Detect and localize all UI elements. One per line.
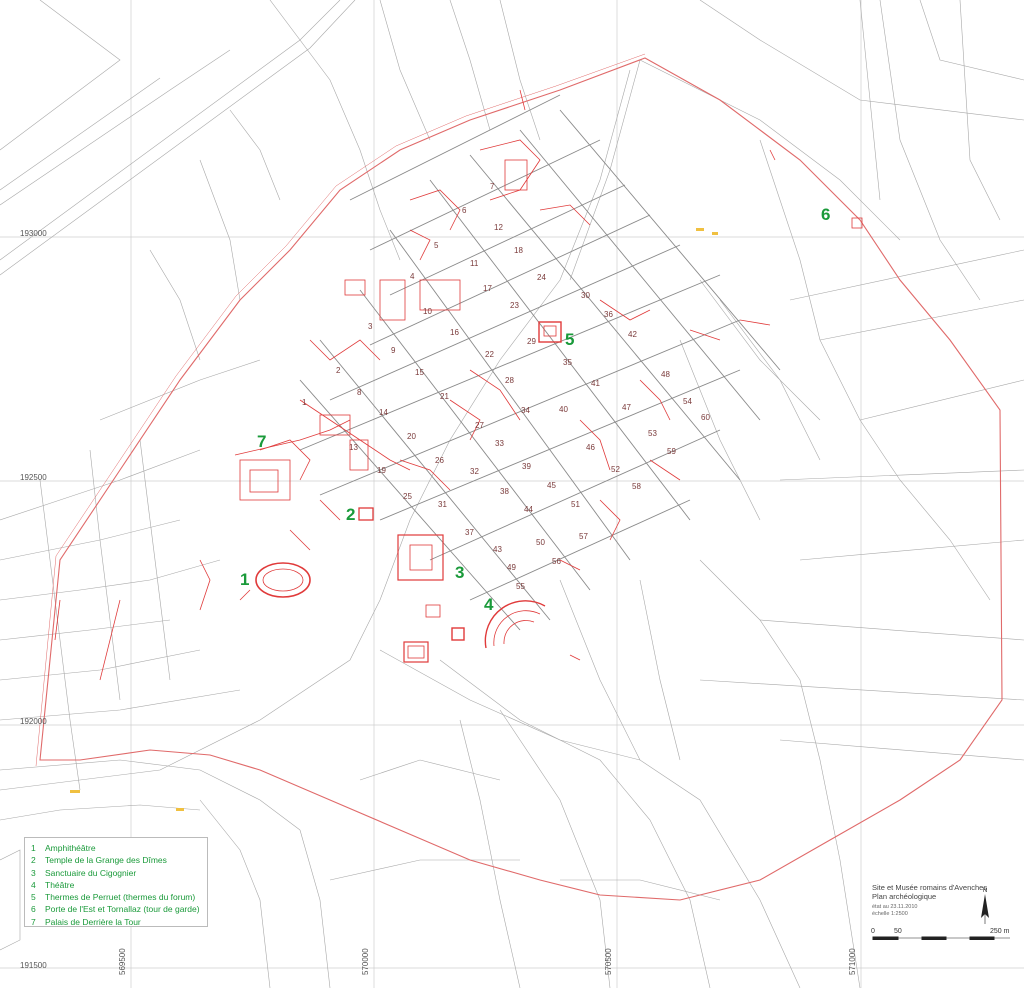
insula-label: 29	[527, 337, 536, 346]
map-subtitle: Plan archéologique	[872, 891, 937, 901]
insula-label: 46	[586, 443, 595, 452]
insula-label: 34	[521, 406, 530, 415]
map-legend: 1 Amphithéâtre 2 Temple de la Grange des D…	[24, 837, 208, 927]
insula-label: 18	[514, 246, 523, 255]
legend-item: 3 Sanctuaire du Cigognier	[31, 867, 137, 878]
monument-marker: 2	[346, 505, 356, 524]
grid-label-y: 193000	[20, 229, 47, 238]
insula-label: 10	[423, 307, 432, 316]
insula-label: 3	[368, 322, 373, 331]
grid-label-x: 570500	[604, 948, 613, 975]
insula-label: 9	[391, 346, 396, 355]
insula-label: 4	[410, 272, 415, 281]
insula-label: 57	[579, 532, 588, 541]
monument-marker: 3	[455, 563, 465, 582]
archaeological-map: 193000 192500 192000 191500 569500 57000…	[0, 0, 1024, 988]
legend-item: 5 Thermes de Perruet (thermes du forum)	[31, 892, 196, 903]
insula-label: 8	[357, 388, 362, 397]
insula-label: 5	[434, 241, 439, 250]
yellow-finds	[70, 228, 718, 811]
monument-marker: 7	[257, 432, 267, 451]
insula-label: 51	[571, 500, 580, 509]
scale-label-end: 250 m	[990, 928, 1010, 935]
insula-label: 36	[604, 310, 613, 319]
scale-label-start: 0	[871, 928, 875, 935]
insula-label: 31	[438, 500, 447, 509]
insula-label: 7	[490, 182, 495, 191]
insula-label: 21	[440, 392, 449, 401]
insula-label: 28	[505, 376, 514, 385]
insula-label: 27	[475, 421, 484, 430]
insula-label: 50	[536, 538, 545, 547]
grid-label-y: 192000	[20, 717, 47, 726]
insula-label: 14	[379, 408, 388, 417]
legend-item: 6 Porte de l'Est et Tornallaz (tour de ga…	[31, 904, 200, 915]
insula-label: 38	[500, 487, 509, 496]
monument-marker: 5	[565, 330, 575, 349]
insula-label: 2	[336, 366, 341, 375]
insula-label: 30	[581, 291, 590, 300]
insula-label: 15	[415, 368, 424, 377]
scale-label-mid: 50	[894, 928, 902, 935]
legend-item: 2 Temple de la Grange des Dîmes	[31, 855, 167, 866]
insula-label: 24	[537, 273, 546, 282]
insula-label: 52	[611, 465, 620, 474]
title-block: Site et Musée romains d'Avenches Plan ar…	[872, 883, 992, 918]
insula-label: 44	[524, 505, 533, 514]
scale-bar	[872, 936, 1010, 940]
insula-label: 58	[632, 482, 641, 491]
monument-marker: 4	[484, 595, 494, 614]
insula-label: 41	[591, 379, 600, 388]
insula-label: 56	[552, 557, 561, 566]
insula-label: 47	[622, 403, 631, 412]
insula-label: 32	[470, 467, 479, 476]
insula-label: 19	[377, 466, 386, 475]
insula-label: 25	[403, 492, 412, 501]
insula-label: 42	[628, 330, 637, 339]
legend-item: 7 Palais de Derrière la Tour	[31, 916, 141, 927]
insula-label: 20	[407, 432, 416, 441]
insula-label: 6	[462, 206, 467, 215]
insula-label: 54	[683, 397, 692, 406]
legend-item: 1 Amphithéâtre	[31, 843, 96, 853]
insula-label: 48	[661, 370, 670, 379]
insula-label: 33	[495, 439, 504, 448]
insula-label: 60	[701, 413, 710, 422]
monument-marker: 6	[821, 205, 831, 224]
monument-marker: 1	[240, 570, 250, 589]
insula-label: 12	[494, 223, 503, 232]
insula-label: 13	[349, 443, 358, 452]
grid-label-x: 569500	[118, 948, 127, 975]
map-state-date: état au 23.11.2010	[872, 904, 918, 910]
insula-label: 1	[302, 398, 307, 407]
insula-label: 37	[465, 528, 474, 537]
insula-label: 55	[516, 582, 525, 591]
insula-label: 22	[485, 350, 494, 359]
north-arrow-icon	[981, 894, 989, 924]
north-arrow: N	[980, 888, 990, 929]
insula-label: 16	[450, 328, 459, 337]
grid-label-y: 192500	[20, 473, 47, 482]
insula-label: 45	[547, 481, 556, 490]
insula-label: 40	[559, 405, 568, 414]
legend-item: 4 Théâtre	[31, 879, 75, 890]
grid-label-y: 191500	[20, 961, 47, 970]
insula-label: 26	[435, 456, 444, 465]
insula-label: 39	[522, 462, 531, 471]
insula-label: 43	[493, 545, 502, 554]
roman-street-grid	[299, 94, 781, 631]
grid-label-x: 571000	[848, 948, 857, 975]
insula-label: 35	[563, 358, 572, 367]
insula-label: 11	[470, 259, 479, 268]
insula-label: 59	[667, 447, 676, 456]
insula-label: 49	[507, 563, 516, 572]
insula-label: 17	[483, 284, 492, 293]
map-scale-text: échelle 1:2500	[872, 911, 908, 917]
grid-label-x: 570000	[361, 948, 370, 975]
insula-label: 53	[648, 429, 657, 438]
insula-label: 23	[510, 301, 519, 310]
